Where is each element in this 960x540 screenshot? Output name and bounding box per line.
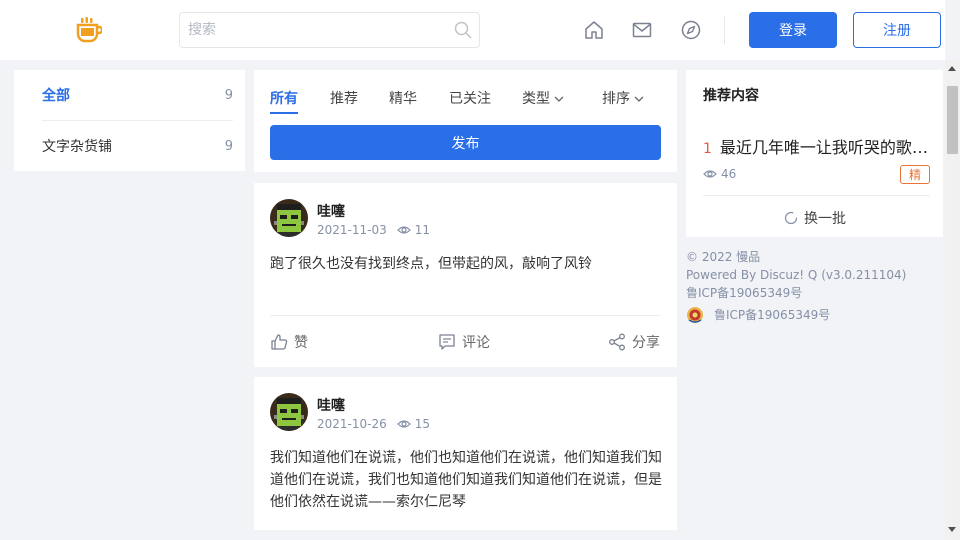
powered-by-text: Powered By Discuz! Q (v3.0.211104) bbox=[686, 268, 907, 282]
site-footer: © 2022 慢品 Powered By Discuz! Q (v3.0.211… bbox=[686, 248, 906, 324]
post-content[interactable]: 跑了很久也没有找到终点，但带起的风，敲响了风铃 bbox=[270, 253, 662, 275]
comment-button[interactable]: 评论 bbox=[438, 332, 490, 352]
share-label: 分享 bbox=[632, 335, 660, 351]
register-button[interactable]: 注册 bbox=[853, 12, 941, 48]
scroll-up-arrow-icon[interactable] bbox=[948, 66, 956, 71]
police-icp-link[interactable]: 鲁ICP备19065349号 bbox=[686, 306, 906, 324]
post-views: 11 bbox=[414, 223, 431, 237]
chevron-down-icon bbox=[634, 96, 644, 102]
post-meta: 2021-11-03 11 bbox=[317, 223, 430, 237]
refresh-button[interactable]: 换一批 bbox=[784, 208, 846, 228]
scroll-thumb[interactable] bbox=[947, 86, 958, 154]
category-label: 文字杂货铺 bbox=[42, 139, 112, 155]
search-box bbox=[179, 12, 480, 48]
share-button[interactable]: 分享 bbox=[608, 332, 660, 352]
recommend-views: 46 bbox=[721, 167, 737, 181]
scroll-down-arrow-icon[interactable] bbox=[948, 527, 956, 532]
post-author[interactable]: 哇噻 bbox=[317, 395, 345, 415]
tab-sort-dropdown[interactable]: 排序 bbox=[602, 88, 644, 108]
post-views: 15 bbox=[414, 417, 431, 431]
category-item-text-shop[interactable]: 文字杂货铺 9 bbox=[42, 121, 233, 171]
search-input[interactable] bbox=[180, 13, 440, 47]
post-date: 2021-10-26 bbox=[317, 417, 387, 431]
eye-icon bbox=[396, 420, 411, 428]
home-icon[interactable] bbox=[584, 20, 604, 40]
tab-type-dropdown[interactable]: 类型 bbox=[522, 88, 564, 108]
tab-recommended[interactable]: 推荐 bbox=[330, 88, 358, 108]
category-item-all[interactable]: 全部 9 bbox=[42, 70, 233, 120]
avatar[interactable] bbox=[270, 393, 308, 431]
comment-label: 评论 bbox=[462, 335, 490, 351]
top-header: 登录 注册 bbox=[0, 0, 945, 60]
tab-sort-label: 排序 bbox=[602, 91, 630, 107]
recommend-rank: 1 bbox=[703, 141, 712, 157]
post-content[interactable]: 我们知道他们在说谎，他们也知道他们在说谎，他们知道我们知道他们在说谎，我们也知道… bbox=[270, 447, 662, 513]
coffee-cup-logo-icon[interactable] bbox=[76, 17, 102, 43]
share-icon bbox=[609, 333, 625, 351]
category-count: 9 bbox=[224, 138, 233, 154]
tab-featured[interactable]: 精华 bbox=[389, 88, 417, 108]
post-card[interactable]: 哇噻 2021-10-26 15 我们知道他们在说谎，他们也知道他们在说谎，他们… bbox=[254, 377, 677, 530]
login-button[interactable]: 登录 bbox=[749, 12, 837, 48]
icp-link[interactable]: 鲁ICP备19065349号 bbox=[686, 284, 906, 302]
mail-icon[interactable] bbox=[632, 20, 652, 40]
recommend-panel: 推荐内容 1 最近几年唯一让我听哭的歌 ... 46 精 换一批 bbox=[686, 70, 943, 237]
recommend-meta: 46 bbox=[703, 167, 736, 181]
search-icon[interactable] bbox=[454, 21, 472, 39]
compass-icon[interactable] bbox=[681, 20, 701, 40]
recommend-divider bbox=[703, 195, 930, 196]
post-meta: 2021-10-26 15 bbox=[317, 417, 430, 431]
post-divider bbox=[270, 315, 661, 316]
recommend-item-title: 最近几年唯一让我听哭的歌 ... bbox=[719, 138, 931, 157]
comment-icon bbox=[439, 334, 455, 350]
refresh-icon bbox=[784, 211, 798, 225]
category-count: 9 bbox=[224, 87, 233, 103]
category-label: 全部 bbox=[42, 88, 70, 104]
like-button[interactable]: 赞 bbox=[270, 332, 308, 352]
feed-tabs-panel: 所有 推荐 精华 已关注 类型 排序 发布 bbox=[254, 70, 677, 172]
tab-type-label: 类型 bbox=[522, 91, 550, 107]
copyright-text: © 2022 慢品 bbox=[686, 250, 761, 264]
page-scrollbar[interactable] bbox=[945, 60, 960, 540]
recommend-item[interactable]: 1 最近几年唯一让我听哭的歌 ... bbox=[703, 134, 931, 158]
eye-icon bbox=[396, 226, 411, 234]
recommend-title: 推荐内容 bbox=[703, 88, 759, 104]
featured-badge: 精 bbox=[900, 165, 930, 184]
refresh-label: 换一批 bbox=[804, 211, 846, 227]
avatar[interactable] bbox=[270, 199, 308, 237]
active-tab-underline bbox=[270, 112, 298, 114]
tab-following[interactable]: 已关注 bbox=[449, 88, 491, 108]
chevron-down-icon bbox=[554, 96, 564, 102]
like-label: 赞 bbox=[294, 335, 308, 351]
post-date: 2021-11-03 bbox=[317, 223, 387, 237]
thumbs-up-icon bbox=[271, 334, 288, 350]
post-card[interactable]: 哇噻 2021-11-03 11 跑了很久也没有找到终点，但带起的风，敲响了风铃… bbox=[254, 183, 677, 367]
publish-button[interactable]: 发布 bbox=[270, 125, 661, 160]
police-icp-text: 鲁ICP备19065349号 bbox=[714, 308, 831, 322]
police-badge-icon bbox=[687, 307, 703, 323]
header-divider bbox=[724, 16, 725, 44]
category-sidebar: 全部 9 文字杂货铺 9 bbox=[14, 70, 245, 171]
post-author[interactable]: 哇噻 bbox=[317, 201, 345, 221]
tab-all[interactable]: 所有 bbox=[270, 88, 298, 108]
eye-icon bbox=[703, 170, 717, 178]
